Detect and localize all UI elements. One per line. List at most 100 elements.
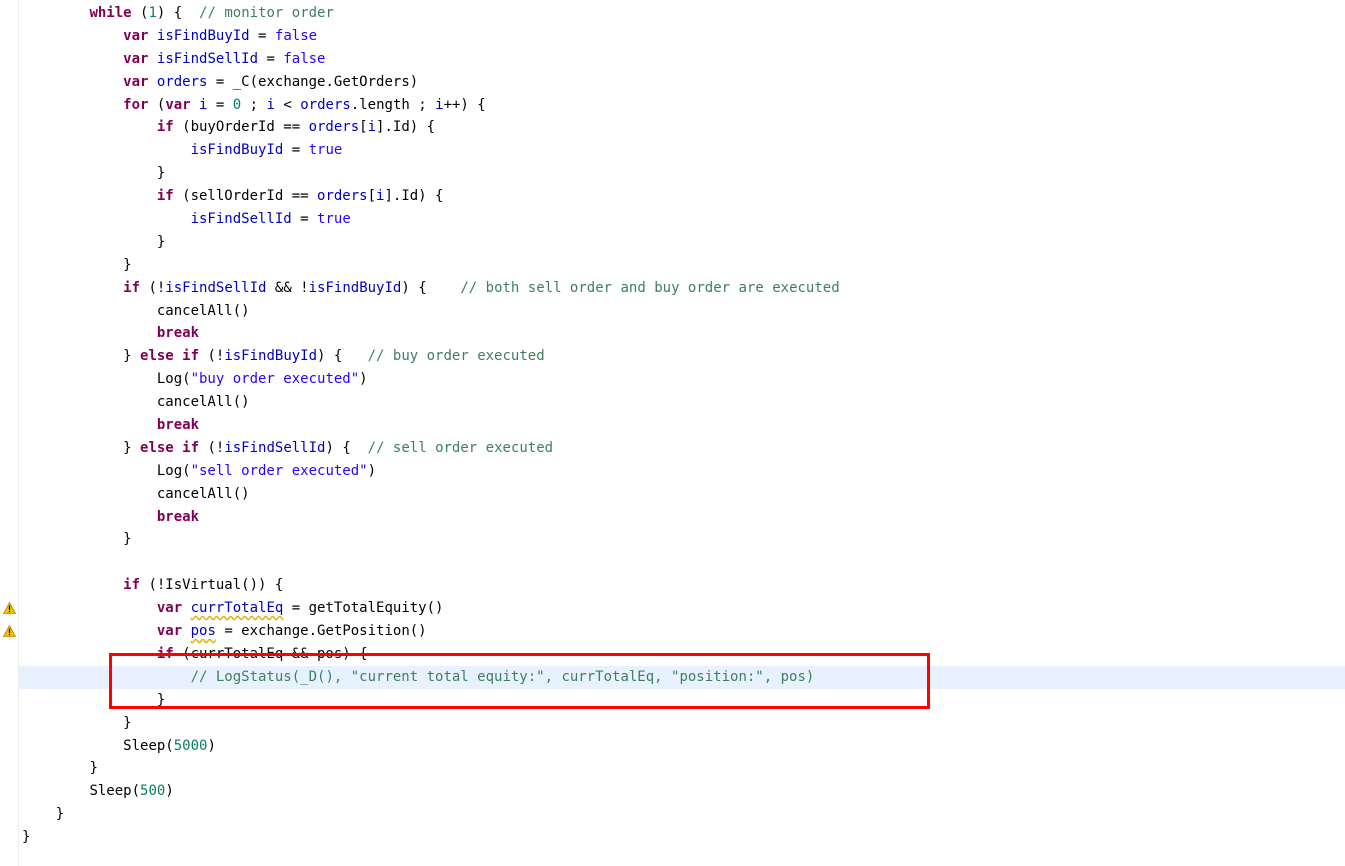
code-line[interactable]: cancelAll() <box>22 483 1345 506</box>
code-line[interactable]: } <box>22 757 1345 780</box>
code-token: ) { <box>156 5 200 21</box>
code-line[interactable]: Log("sell order executed") <box>22 460 1345 483</box>
code-line[interactable]: if (sellOrderId == orders[i].Id) { <box>22 185 1345 208</box>
code-line[interactable]: isFindBuyId = true <box>22 139 1345 162</box>
code-token: ) <box>367 462 377 479</box>
code-line[interactable]: var pos = exchange.GetPosition() <box>22 620 1345 643</box>
code-token: } <box>123 531 132 548</box>
code-token: // LogStatus(_D(), "current total equity… <box>190 668 815 685</box>
code-token: isFindSellId <box>190 211 292 228</box>
code-token: isFindSellId <box>156 50 259 67</box>
code-token: cancelAll() <box>156 394 250 411</box>
code-token: ) <box>165 783 174 800</box>
code-line[interactable]: } <box>22 254 1345 277</box>
code-line[interactable]: Sleep(5000) <box>22 735 1345 758</box>
code-token: true <box>317 211 351 228</box>
code-line[interactable]: cancelAll() <box>22 300 1345 323</box>
code-line[interactable]: break <box>22 414 1345 437</box>
code-line[interactable]: } <box>22 826 1345 849</box>
code-token: i <box>266 96 275 113</box>
code-line[interactable]: } else if (!isFindSellId) { // sell orde… <box>22 437 1345 460</box>
code-token: if <box>182 348 200 365</box>
code-token: } <box>123 348 141 365</box>
code-line[interactable]: break <box>22 322 1345 345</box>
code-token: i <box>435 96 444 113</box>
code-token: } <box>55 806 65 823</box>
code-token: isFindBuyId <box>224 348 318 365</box>
code-token: // monitor order <box>199 5 334 21</box>
code-token: isFindBuyId <box>190 142 284 159</box>
code-line[interactable]: } <box>22 162 1345 185</box>
code-line-current[interactable]: // LogStatus(_D(), "current total equity… <box>19 665 1345 689</box>
code-line[interactable]: if (!isFindSellId && !isFindBuyId) { // … <box>22 277 1345 300</box>
warning-icon[interactable] <box>3 625 16 638</box>
code-line[interactable]: } <box>22 231 1345 254</box>
code-token: pos <box>190 623 216 640</box>
code-token: (! <box>140 279 166 296</box>
code-token: // sell order executed <box>367 439 554 456</box>
code-editor[interactable]: while (1) { // monitor order var isFindB… <box>0 0 1345 866</box>
code-line[interactable]: } <box>22 803 1345 826</box>
code-line[interactable]: while (1) { // monitor order <box>22 2 1345 25</box>
code-token: ) { <box>325 439 368 456</box>
gutter-divider <box>18 0 19 866</box>
code-line[interactable]: } else if (!isFindBuyId) { // buy order … <box>22 345 1345 368</box>
code-token: cancelAll() <box>156 302 250 319</box>
code-token: "sell order executed" <box>190 462 368 479</box>
code-line[interactable]: } <box>22 712 1345 735</box>
code-token: true <box>308 142 343 159</box>
code-line[interactable]: Sleep(500) <box>22 780 1345 803</box>
code-line[interactable]: cancelAll() <box>22 391 1345 414</box>
code-line[interactable]: var isFindBuyId = false <box>22 25 1345 48</box>
code-line[interactable]: if (!IsVirtual()) { <box>22 574 1345 597</box>
code-token: (! <box>199 348 225 365</box>
code-token: 1 <box>148 5 157 21</box>
code-token: = getTotalEquity() <box>283 600 444 617</box>
code-line[interactable]: Log("buy order executed") <box>22 368 1345 391</box>
code-token: [ <box>367 188 377 205</box>
code-token: if <box>156 645 174 662</box>
code-token: while <box>89 5 132 21</box>
code-line[interactable]: isFindSellId = true <box>22 208 1345 231</box>
code-token: = <box>249 27 275 44</box>
code-token: var <box>156 600 183 617</box>
code-token: [ <box>359 119 368 136</box>
code-token: orders <box>308 119 360 136</box>
code-token: var <box>165 96 191 113</box>
code-line[interactable]: if (buyOrderId == orders[i].Id) { <box>22 116 1345 139</box>
code-line[interactable]: var orders = _C(exchange.GetOrders) <box>22 71 1345 94</box>
code-line[interactable]: } <box>22 528 1345 551</box>
code-line[interactable]: } <box>22 689 1345 712</box>
code-token: orders <box>300 96 351 113</box>
code-token: } <box>156 691 166 708</box>
code-line[interactable]: var currTotalEq = getTotalEquity() <box>22 597 1345 620</box>
code-token: .length ; <box>350 96 436 113</box>
code-area[interactable]: while (1) { // monitor order var isFindB… <box>19 2 1345 849</box>
code-token: = <box>258 50 284 67</box>
code-token: } <box>156 165 166 182</box>
code-line[interactable]: var isFindSellId = false <box>22 48 1345 71</box>
code-line[interactable]: break <box>22 506 1345 529</box>
code-line[interactable] <box>22 551 1345 574</box>
code-token: isFindSellId <box>165 279 267 296</box>
code-line[interactable]: if (currTotalEq && pos) { <box>22 643 1345 666</box>
warning-icon[interactable] <box>3 602 16 615</box>
code-line[interactable]: for (var i = 0 ; i < orders.length ; i++… <box>22 94 1345 117</box>
code-token: 500 <box>140 783 166 800</box>
